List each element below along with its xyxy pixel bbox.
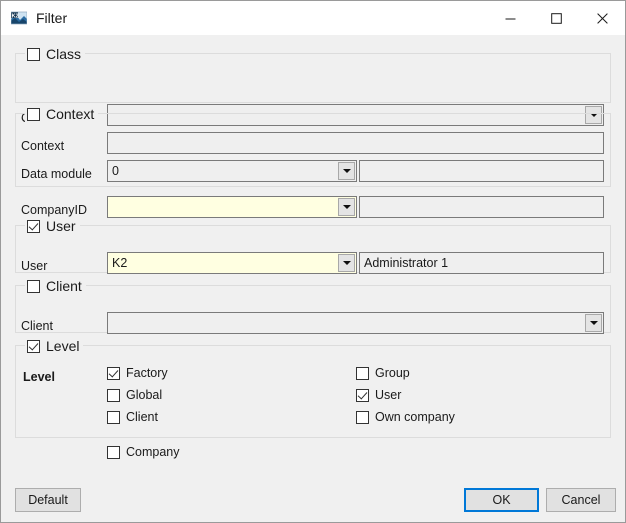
- level-checkbox-client[interactable]: Client: [107, 411, 158, 424]
- window-title: Filter: [36, 10, 68, 26]
- minimize-icon[interactable]: [487, 1, 533, 35]
- user-enable-checkbox[interactable]: [27, 219, 40, 233]
- user-description[interactable]: Administrator 1: [359, 252, 604, 274]
- company-checkbox-label: Company: [126, 445, 180, 460]
- user-description-value: Administrator 1: [364, 256, 449, 270]
- context-input[interactable]: [107, 132, 604, 154]
- level-checkbox-global-label: Global: [126, 388, 163, 403]
- close-icon[interactable]: [579, 1, 625, 35]
- level-group-label: Level: [46, 338, 80, 354]
- dialog-client-area: Class Class Context Context Data module …: [1, 35, 625, 522]
- chevron-down-icon[interactable]: [338, 162, 355, 180]
- title-bar: K2 Filter: [1, 1, 625, 35]
- class-group: Class: [15, 45, 611, 103]
- checkbox-group[interactable]: [356, 367, 369, 380]
- checkbox-user[interactable]: [356, 389, 369, 402]
- company-id-description[interactable]: [359, 196, 604, 218]
- level-row-label: Level: [23, 370, 55, 384]
- user-group-caption[interactable]: User: [25, 217, 80, 235]
- class-group-label: Class: [46, 46, 82, 62]
- client-combobox[interactable]: [107, 312, 604, 334]
- chevron-down-icon[interactable]: [338, 254, 355, 272]
- level-group-caption[interactable]: Level: [25, 337, 84, 355]
- client-group-label: Client: [46, 278, 82, 294]
- level-checkbox-own-company-label: Own company: [375, 410, 455, 425]
- checkbox-factory[interactable]: [107, 367, 120, 380]
- level-checkbox-factory-label: Factory: [126, 366, 168, 381]
- level-checkbox-client-label: Client: [126, 410, 158, 425]
- checkbox-client[interactable]: [107, 411, 120, 424]
- data-module-label: Data module: [21, 167, 92, 181]
- level-checkbox-factory[interactable]: Factory: [107, 367, 168, 380]
- class-group-caption[interactable]: Class: [25, 45, 86, 63]
- window-controls: [487, 1, 625, 35]
- user-field-label: User: [21, 259, 48, 273]
- context-enable-checkbox[interactable]: [27, 107, 40, 121]
- data-module-combobox[interactable]: 0: [107, 160, 357, 182]
- company-checkbox-row[interactable]: Company: [107, 446, 180, 459]
- k2-app-icon: K2: [10, 10, 28, 26]
- level-checkbox-global[interactable]: Global: [107, 389, 162, 402]
- svg-text:K2: K2: [12, 13, 19, 19]
- level-group: Level: [15, 337, 611, 438]
- checkbox-own-company[interactable]: [356, 411, 369, 424]
- client-enable-checkbox[interactable]: [27, 279, 40, 293]
- maximize-icon[interactable]: [533, 1, 579, 35]
- checkbox-global[interactable]: [107, 389, 120, 402]
- chevron-down-icon[interactable]: [338, 198, 355, 216]
- user-combobox-value: K2: [112, 256, 128, 270]
- user-combobox[interactable]: K2: [107, 252, 357, 274]
- chevron-down-icon[interactable]: [585, 314, 602, 332]
- level-checkbox-group[interactable]: Group: [356, 367, 410, 380]
- context-group-label: Context: [46, 106, 95, 122]
- company-id-label: CompanyID: [21, 203, 87, 217]
- checkbox-company[interactable]: [107, 446, 120, 459]
- level-checkbox-user[interactable]: User: [356, 389, 401, 402]
- level-checkbox-user-label: User: [375, 388, 402, 403]
- data-module-description[interactable]: [359, 160, 604, 182]
- client-field-label: Client: [21, 319, 53, 333]
- ok-button[interactable]: OK: [464, 488, 539, 512]
- class-enable-checkbox[interactable]: [27, 47, 40, 61]
- client-group-caption[interactable]: Client: [25, 277, 86, 295]
- default-button[interactable]: Default: [15, 488, 81, 512]
- user-group-label: User: [46, 218, 76, 234]
- level-checkbox-group-label: Group: [375, 366, 410, 381]
- data-module-value: 0: [112, 164, 119, 178]
- context-group-caption[interactable]: Context: [25, 105, 99, 123]
- company-id-combobox[interactable]: [107, 196, 357, 218]
- context-field-label: Context: [21, 139, 65, 153]
- level-enable-checkbox[interactable]: [27, 339, 40, 353]
- level-checkbox-own-company[interactable]: Own company: [356, 411, 455, 424]
- filter-dialog-window: K2 Filter Class Class: [0, 0, 626, 523]
- cancel-button[interactable]: Cancel: [546, 488, 616, 512]
